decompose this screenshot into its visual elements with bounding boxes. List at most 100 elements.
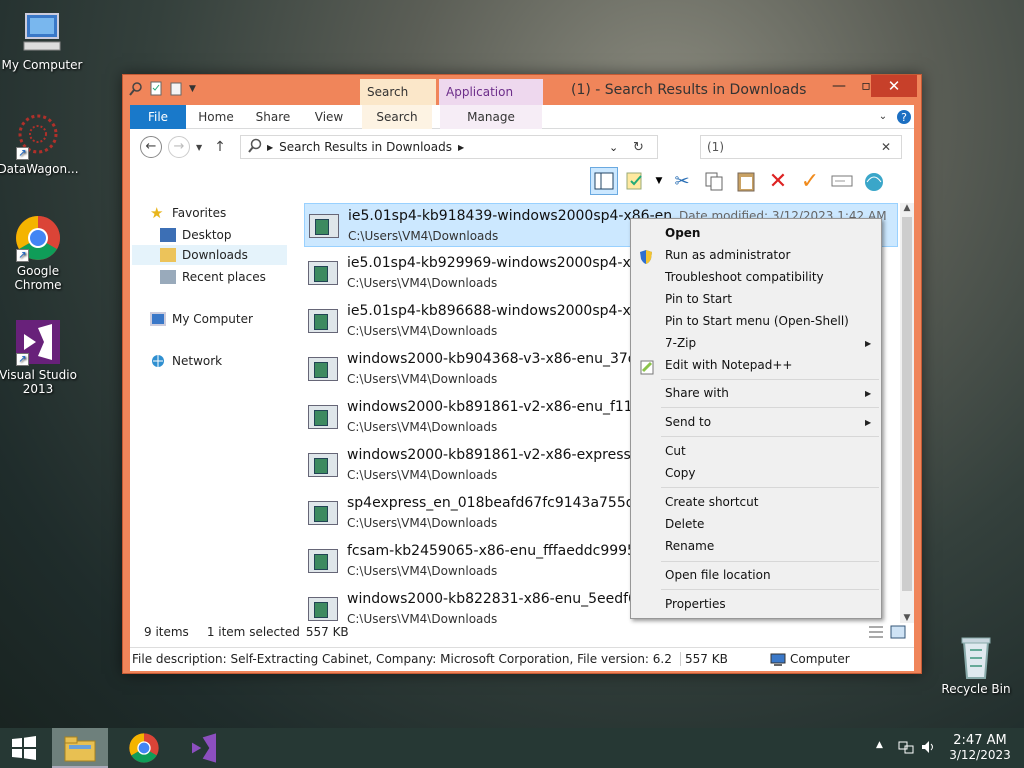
menu-separator bbox=[661, 589, 879, 590]
nav-my-computer[interactable]: My Computer bbox=[150, 309, 253, 329]
datawagon-icon: ↗ bbox=[14, 112, 62, 160]
status-bar: 9 items 1 item selected 557 KB bbox=[144, 625, 349, 639]
menu-item-pin-to-start[interactable]: Pin to Start bbox=[665, 292, 732, 306]
address-bar[interactable]: ▶ Search Results in Downloads ▶ ⌄ ↻ bbox=[240, 135, 658, 159]
computer-icon bbox=[150, 312, 166, 326]
back-button[interactable]: ← bbox=[140, 136, 162, 158]
menu-item-pin-to-start-menu[interactable]: Pin to Start menu (Open-Shell) bbox=[665, 314, 849, 328]
menu-separator bbox=[661, 561, 879, 562]
taskbar-file-explorer[interactable] bbox=[52, 728, 108, 768]
shell-icon[interactable] bbox=[860, 167, 888, 195]
preview-pane-button[interactable] bbox=[590, 167, 618, 195]
network-tray-icon[interactable] bbox=[898, 739, 914, 758]
scroll-down-icon[interactable]: ▼ bbox=[900, 613, 914, 623]
menu-item-run-as-administrator[interactable]: Run as administrator bbox=[665, 248, 790, 262]
desktop-icon-datawagon[interactable]: ↗ DataWagon... bbox=[0, 112, 80, 176]
desktop-folder-icon bbox=[160, 228, 176, 242]
tab-search-tools[interactable]: Search Tools bbox=[360, 79, 436, 125]
computer-icon bbox=[770, 653, 786, 670]
breadcrumb-separator-icon: ▶ bbox=[267, 142, 274, 152]
menu-item-edit-with-notepad[interactable]: Edit with Notepad++ bbox=[665, 358, 792, 372]
tab-file[interactable]: File bbox=[130, 105, 186, 129]
search-input[interactable]: (1) ✕ bbox=[700, 135, 902, 159]
scroll-up-icon[interactable]: ▲ bbox=[900, 203, 914, 213]
recent-locations-icon[interactable]: ▼ bbox=[196, 143, 202, 152]
submenu-arrow-icon: ▶ bbox=[865, 418, 872, 427]
up-button[interactable]: ↑ bbox=[214, 139, 226, 155]
menu-item-troubleshoot[interactable]: Troubleshoot compatibility bbox=[665, 270, 824, 284]
tab-view[interactable]: View bbox=[308, 105, 350, 129]
visual-studio-icon: ↗ bbox=[14, 318, 62, 366]
magnifier-icon[interactable] bbox=[129, 81, 143, 97]
breadcrumb[interactable]: Search Results in Downloads bbox=[279, 140, 452, 154]
cabinet-file-icon bbox=[308, 357, 338, 381]
scrollbar-thumb[interactable] bbox=[902, 217, 912, 591]
menu-item-properties[interactable]: Properties bbox=[665, 597, 726, 611]
window-title: (1) - Search Results in Downloads bbox=[571, 82, 807, 98]
menu-item-open[interactable]: Open bbox=[665, 226, 700, 240]
details-view-icon[interactable] bbox=[868, 625, 884, 642]
minimize-button[interactable]: — bbox=[825, 75, 853, 97]
help-icon[interactable]: ? bbox=[895, 105, 913, 129]
tab-search[interactable]: Search bbox=[362, 105, 432, 129]
menu-separator bbox=[661, 379, 879, 380]
paste-button[interactable] bbox=[732, 167, 760, 195]
nav-recent-places[interactable]: Recent places bbox=[160, 267, 266, 287]
delete-button[interactable]: ✕ bbox=[764, 167, 792, 195]
clear-search-icon[interactable]: ✕ bbox=[881, 136, 891, 158]
show-hidden-icons[interactable]: ▲ bbox=[876, 740, 883, 750]
recycle-bin-icon bbox=[952, 632, 1000, 680]
rename-button[interactable]: ✓ bbox=[796, 167, 824, 195]
taskbar-chrome[interactable] bbox=[116, 728, 172, 768]
large-icons-view-icon[interactable] bbox=[890, 625, 906, 642]
nav-desktop[interactable]: Desktop bbox=[160, 225, 232, 245]
recent-places-icon bbox=[160, 270, 176, 284]
cabinet-file-icon bbox=[308, 549, 338, 573]
menu-item-share-with[interactable]: Share with bbox=[665, 386, 729, 400]
properties-button[interactable] bbox=[622, 167, 650, 195]
nav-favorites[interactable]: ★ Favorites bbox=[150, 203, 226, 223]
volume-icon[interactable] bbox=[920, 739, 936, 758]
chrome-icon: ↗ bbox=[14, 214, 62, 262]
clock[interactable]: 2:47 AM 3/12/2023 bbox=[944, 733, 1016, 763]
tab-application-tools[interactable]: Application Tools bbox=[439, 79, 543, 125]
command-toolbar: ▼ ✂ ✕ ✓ bbox=[590, 167, 888, 197]
nav-network[interactable]: Network bbox=[150, 351, 222, 371]
cut-button[interactable]: ✂ bbox=[668, 167, 696, 195]
tab-share[interactable]: Share bbox=[250, 105, 296, 129]
taskbar-visual-studio[interactable] bbox=[176, 728, 232, 768]
submenu-arrow-icon: ▶ bbox=[865, 389, 872, 398]
desktop-icon-my-computer[interactable]: My Computer bbox=[0, 8, 84, 72]
copy-button[interactable] bbox=[700, 167, 728, 195]
menu-item-rename[interactable]: Rename bbox=[665, 539, 714, 553]
new-folder-icon[interactable] bbox=[169, 81, 183, 97]
ribbon-expand-icon[interactable]: ⌄ bbox=[874, 105, 892, 129]
menu-item-open-file-location[interactable]: Open file location bbox=[665, 568, 771, 582]
menu-item-send-to[interactable]: Send to bbox=[665, 415, 711, 429]
nav-downloads[interactable]: Downloads bbox=[132, 245, 287, 265]
start-button[interactable] bbox=[0, 728, 48, 768]
forward-button[interactable]: → bbox=[168, 136, 190, 158]
refresh-icon[interactable]: ↻ bbox=[633, 140, 644, 155]
desktop-icon-recycle-bin[interactable]: Recycle Bin bbox=[934, 632, 1018, 696]
close-button[interactable]: ✕ bbox=[871, 75, 917, 97]
properties-icon[interactable] bbox=[149, 81, 163, 97]
menu-item-copy[interactable]: Copy bbox=[665, 466, 695, 480]
menu-item-delete[interactable]: Delete bbox=[665, 517, 704, 531]
title-bar[interactable]: ▼ Search Tools Application Tools (1) - S… bbox=[123, 75, 921, 125]
navigation-buttons: ← → ▼ ↑ bbox=[140, 135, 226, 159]
chevron-down-icon[interactable]: ▼ bbox=[189, 81, 203, 97]
menu-item-cut[interactable]: Cut bbox=[665, 444, 686, 458]
desktop-icon-chrome[interactable]: ↗ Google Chrome bbox=[0, 214, 80, 292]
tab-home[interactable]: Home bbox=[192, 105, 240, 129]
desktop-icon-visual-studio[interactable]: ↗ Visual Studio 2013 bbox=[0, 318, 80, 396]
select-all-button[interactable] bbox=[828, 167, 856, 195]
address-dropdown-icon[interactable]: ⌄ bbox=[609, 141, 618, 154]
menu-item-7zip[interactable]: 7-Zip bbox=[665, 336, 696, 350]
vertical-scrollbar[interactable]: ▲ ▼ bbox=[900, 203, 914, 623]
cabinet-file-icon bbox=[308, 309, 338, 333]
menu-separator bbox=[661, 407, 879, 408]
dropdown-arrow-icon[interactable]: ▼ bbox=[654, 167, 664, 195]
menu-item-create-shortcut[interactable]: Create shortcut bbox=[665, 495, 758, 509]
tab-manage[interactable]: Manage bbox=[440, 105, 542, 129]
